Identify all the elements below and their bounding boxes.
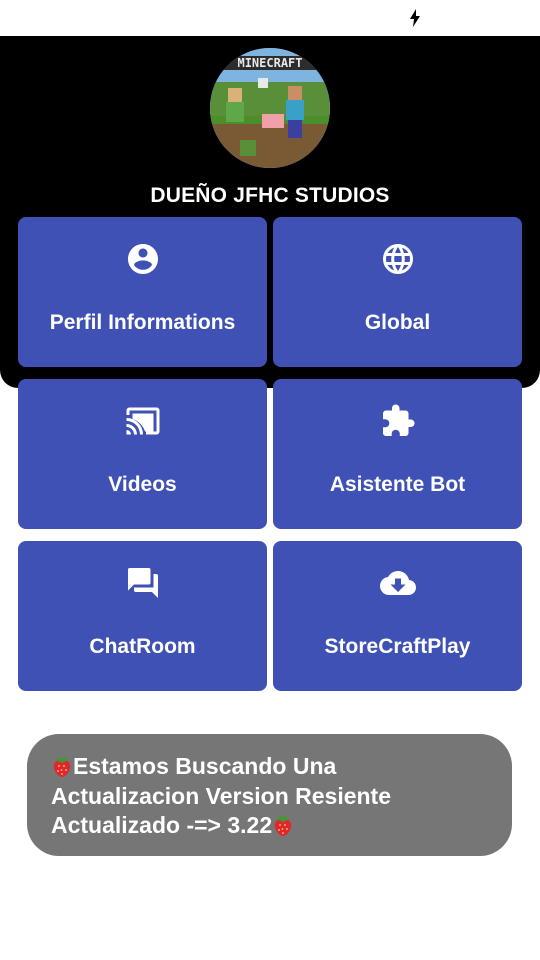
- chatroom-button[interactable]: ChatRoom: [18, 541, 267, 691]
- puzzle-icon: [380, 403, 416, 439]
- banner-text-line-1: Estamos Buscando Una: [73, 753, 337, 779]
- videos-button[interactable]: Videos: [18, 379, 267, 529]
- tile-label: Global: [364, 311, 431, 334]
- tile-label: Perfil Informations: [49, 311, 236, 334]
- perfil-informations-button[interactable]: Perfil Informations: [18, 217, 267, 367]
- banner-text-line-2: Actualizacion Version Resiente: [51, 782, 392, 809]
- cast-icon: [125, 403, 161, 439]
- minecraft-logo-text: MINECRAFT: [237, 56, 302, 70]
- owner-title: DUEÑO JFHC STUDIOS: [150, 184, 390, 207]
- banner-text-line-3: Actualizado -=> 3.22: [51, 812, 273, 838]
- avatar[interactable]: MINECRAFT: [210, 48, 330, 168]
- storecraftplay-button[interactable]: StoreCraftPlay: [273, 541, 522, 691]
- asistente-bot-button[interactable]: Asistente Bot: [273, 379, 522, 529]
- tile-label: ChatRoom: [89, 635, 196, 658]
- globe-icon: [380, 241, 416, 277]
- banner-line-1: Estamos Buscando Una: [51, 752, 492, 782]
- status-bar: [0, 0, 540, 36]
- tile-label: StoreCraftPlay: [324, 635, 471, 658]
- chat-icon: [125, 565, 161, 601]
- flash-icon: [409, 9, 421, 27]
- strawberry-icon: [272, 813, 294, 837]
- strawberry-icon: [51, 754, 73, 778]
- update-banner: Estamos Buscando Una Actualizacion Versi…: [27, 734, 512, 856]
- account-circle-icon: [125, 241, 161, 277]
- banner-line-3: Actualizado -=> 3.22: [51, 811, 492, 841]
- tile-label: Asistente Bot: [329, 473, 466, 496]
- tile-label: Videos: [108, 473, 177, 496]
- global-button[interactable]: Global: [273, 217, 522, 367]
- cloud-download-icon: [379, 565, 416, 601]
